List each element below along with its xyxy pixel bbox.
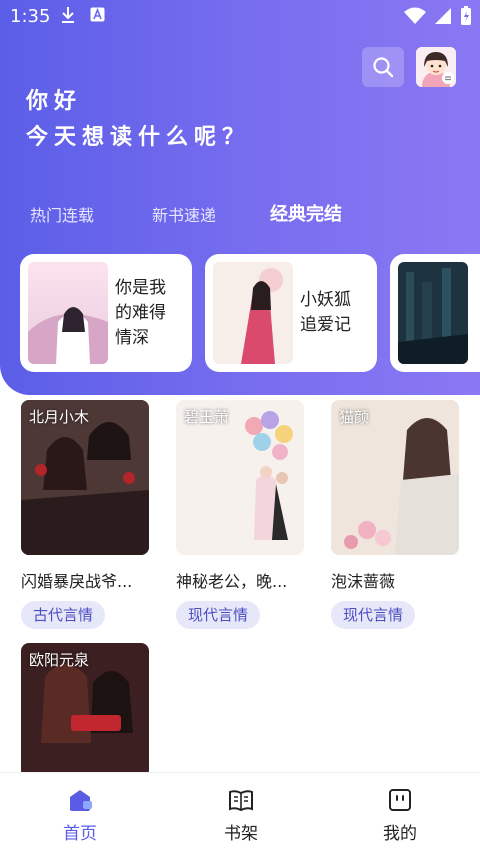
book-author: 猫颜 (339, 408, 370, 426)
bookshelf-icon (229, 790, 253, 812)
book-author: 北月小木 (29, 408, 90, 426)
tab-classic-complete[interactable]: 经典完结 (270, 200, 342, 226)
nav-home[interactable]: 首页 (40, 783, 120, 844)
cover-art (213, 262, 293, 364)
book-author: 碧玉萧 (184, 408, 230, 426)
bottom-navigation: 首页 书架 我的 (0, 772, 480, 853)
nav-profile[interactable]: 我的 (360, 783, 440, 844)
status-time: 1:35 (10, 6, 51, 27)
genre-tag[interactable]: 现代言情 (176, 601, 260, 629)
featured-card[interactable]: 你是我的难得情深 (20, 254, 192, 372)
status-bar: 1:35 (0, 0, 480, 32)
book-cover: 猫颜 (331, 400, 459, 555)
nav-profile-label: 我的 (383, 824, 417, 844)
search-button[interactable] (362, 47, 404, 87)
greeting-line-2: 今天想读什么呢？ (26, 125, 251, 150)
tab-hot-serial[interactable]: 热门连载 (30, 202, 94, 226)
status-icons (404, 6, 472, 26)
book-cover: 欧阳元泉 (21, 643, 149, 778)
book-title: 神秘老公，晚... (176, 572, 288, 591)
book-title: 闪婚暴戾战爷... (21, 572, 133, 591)
genre-tag[interactable]: 古代言情 (21, 601, 105, 629)
genre-tag[interactable]: 现代言情 (331, 601, 415, 629)
app-notification-icon (90, 7, 105, 22)
featured-title: 小妖狐追爱记 (300, 290, 351, 335)
wifi-icon (404, 7, 426, 24)
book-cover (28, 262, 108, 364)
cover-art (28, 262, 108, 364)
tab-new-books[interactable]: 新书速递 (152, 202, 216, 226)
signal-icon (435, 8, 451, 24)
app-screen: 1:35 你好 今天想读什么呢？ 热门连载 新书速递 经典完结 你是我的难得情深… (0, 0, 480, 853)
featured-carousel[interactable]: 你是我的难得情深 小妖狐追爱记 (20, 254, 480, 374)
book-cover: 碧玉萧 (176, 400, 304, 555)
greeting: 你好 今天想读什么呢？ (26, 84, 250, 156)
download-icon (62, 7, 74, 23)
nav-bookshelf-label: 书架 (224, 824, 258, 844)
home-icon (70, 790, 92, 811)
book-cover (213, 262, 293, 364)
user-avatar-icon (416, 47, 456, 87)
book-title: 泡沫蔷薇 (331, 572, 396, 591)
battery-icon (461, 6, 471, 25)
avatar[interactable] (416, 47, 456, 87)
cover-art (398, 262, 468, 364)
book-author: 欧阳元泉 (29, 651, 90, 669)
profile-icon (389, 789, 411, 811)
featured-title: 你是我的难得情深 (115, 277, 166, 348)
featured-card[interactable]: 小妖狐追爱记 (205, 254, 377, 372)
book-cover: 北月小木 (21, 400, 149, 555)
book-cover (398, 262, 468, 364)
greeting-line-1: 你好 (26, 89, 83, 114)
featured-card[interactable] (390, 254, 480, 372)
nav-bookshelf[interactable]: 书架 (201, 783, 281, 844)
nav-home-label: 首页 (63, 824, 97, 844)
search-icon (373, 57, 394, 78)
